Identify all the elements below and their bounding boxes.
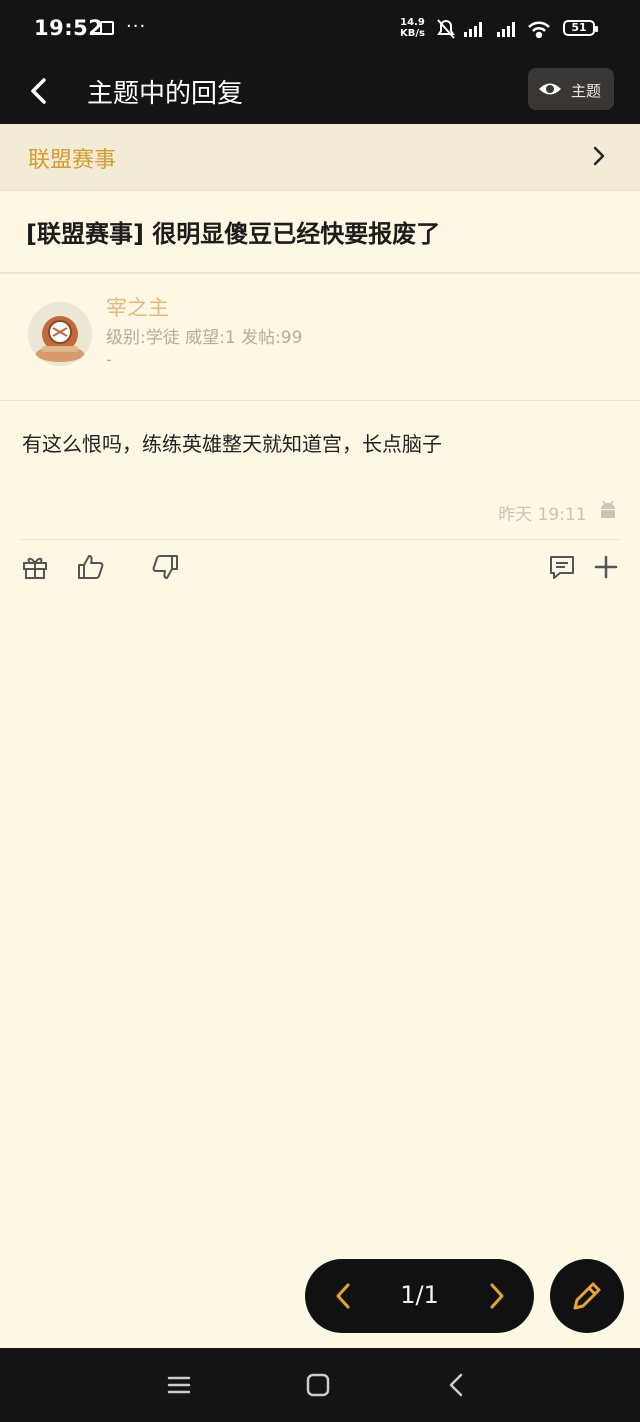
- pencil-icon: [573, 1282, 601, 1310]
- mute-bell-icon: [437, 19, 455, 39]
- view-topic-button[interactable]: 主题: [528, 68, 614, 110]
- signal-icon-2: [497, 22, 515, 37]
- topic-title-bar: [联盟赛事] 很明显傻豆已经快要报废了: [0, 190, 640, 274]
- page-title: 主题中的回复: [87, 79, 244, 109]
- menu-icon[interactable]: [166, 1372, 192, 1402]
- next-page-button[interactable]: [483, 1281, 509, 1315]
- wifi-icon: [528, 21, 550, 39]
- avatar[interactable]: [28, 302, 92, 366]
- post-time: 昨天 19:11: [498, 505, 587, 525]
- forum-link[interactable]: 联盟赛事: [0, 124, 640, 191]
- thumbs-up-icon[interactable]: [76, 552, 106, 582]
- post-author-box: 宰之主 级别:学徒 威望:1 发帖:99 -: [0, 274, 640, 401]
- plus-icon[interactable]: [591, 552, 621, 582]
- status-icons: [436, 18, 556, 44]
- author-signature: -: [106, 350, 112, 369]
- pagination: 1/1: [305, 1259, 534, 1333]
- view-topic-label: 主题: [571, 82, 602, 100]
- comment-icon[interactable]: [547, 552, 577, 582]
- author-stats: 级别:学徒 威望:1 发帖:99: [106, 328, 303, 348]
- author-name[interactable]: 宰之主: [106, 292, 169, 322]
- forum-name: 联盟赛事: [28, 148, 117, 173]
- system-nav-bar: [0, 1348, 640, 1422]
- back-button[interactable]: [22, 74, 56, 108]
- eye-icon: [538, 79, 562, 103]
- app-bar: 主题中的回复 主题: [0, 58, 640, 124]
- home-icon[interactable]: [305, 1372, 331, 1402]
- chevron-right-icon: [588, 144, 610, 172]
- battery-indicator: 51: [563, 20, 598, 36]
- signal-icon-1: [464, 22, 482, 37]
- status-more-icon: ···: [126, 16, 147, 37]
- chevron-right-icon: [490, 1283, 504, 1309]
- post-divider: [20, 539, 620, 540]
- thumbs-down-icon[interactable]: [150, 552, 180, 582]
- network-speed-unit: KB/s: [400, 28, 425, 39]
- post-meta: 昨天 19:11: [498, 500, 618, 525]
- back-arrow-icon: [31, 78, 46, 104]
- network-speed: 14.9 KB/s: [400, 17, 425, 39]
- diver-helmet-icon: [28, 302, 92, 366]
- android-icon: [598, 500, 618, 525]
- reply-button[interactable]: [550, 1259, 624, 1333]
- status-time: 19:52: [34, 16, 104, 40]
- status-bar: 19:52 ··· 14.9 KB/s 51: [0, 0, 640, 58]
- notification-app-icon: [100, 21, 114, 35]
- gift-icon[interactable]: [20, 552, 50, 582]
- post-content: 有这么恨吗，练练英雄整天就知道宫，长点脑子: [22, 432, 442, 456]
- back-icon[interactable]: [444, 1372, 470, 1402]
- topic-title: [联盟赛事] 很明显傻豆已经快要报废了: [26, 220, 441, 248]
- network-speed-value: 14.9: [400, 17, 425, 28]
